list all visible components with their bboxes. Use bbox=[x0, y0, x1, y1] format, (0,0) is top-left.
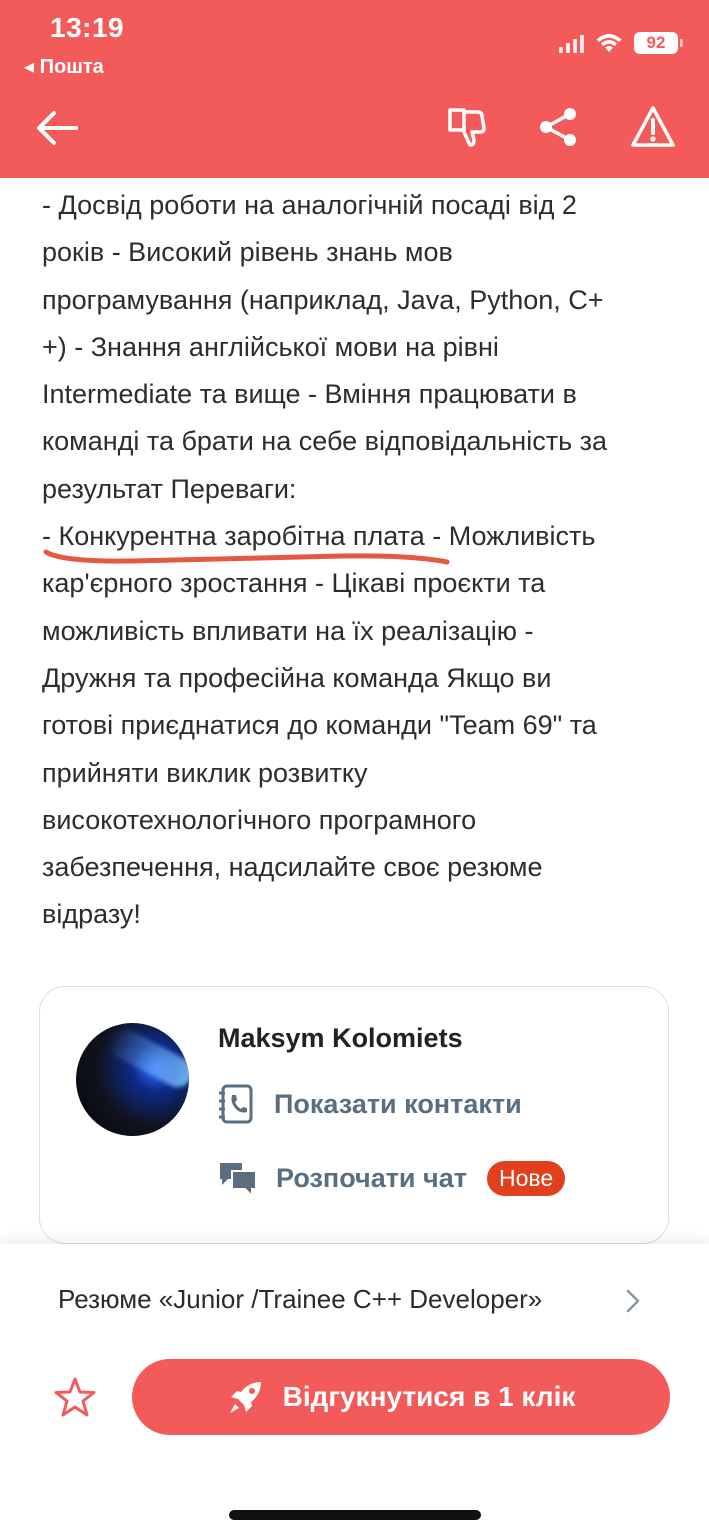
home-indicator bbox=[229, 1510, 481, 1520]
description-line: Intermediate та вище - Вміння працювати … bbox=[42, 379, 577, 410]
description-line: високотехнологічного програмного bbox=[42, 804, 477, 835]
app-header: 13:19 ◂ Пошта 92 bbox=[0, 0, 709, 178]
status-icons: 92 bbox=[559, 28, 683, 58]
chat-icon bbox=[220, 1163, 257, 1197]
rocket-icon bbox=[229, 1382, 261, 1413]
description-line: відразу! bbox=[42, 899, 141, 930]
description-line: програмування (наприклад, Java, Python, … bbox=[42, 284, 604, 315]
avatar[interactable] bbox=[76, 1023, 189, 1136]
warning-icon[interactable] bbox=[630, 104, 676, 150]
start-chat-button[interactable]: Розпочати чат Нове bbox=[218, 1159, 566, 1197]
star-icon[interactable] bbox=[54, 1376, 96, 1418]
description-line: команді та брати на себе відповідальніст… bbox=[42, 426, 608, 457]
status-time: 13:19 bbox=[50, 12, 125, 43]
description-line: - Досвід роботи на аналогічній посаді ві… bbox=[42, 190, 577, 220]
phone-book-icon bbox=[219, 1084, 253, 1124]
description-line: готові приєднатися до команди "Team 69" … bbox=[42, 710, 597, 741]
show-contacts-button[interactable]: Показати контакти bbox=[218, 1083, 522, 1125]
description-line: років - Високий рівень знань мов bbox=[42, 237, 453, 268]
battery-icon: 92 bbox=[634, 32, 678, 54]
description-line: +) - Знання англійської мови на рівні bbox=[42, 331, 499, 362]
resume-selector[interactable]: Резюме «Junior /Trainee C++ Developer» bbox=[58, 1284, 542, 1315]
arrow-left-icon[interactable] bbox=[34, 108, 80, 148]
description-line: можливість впливати на їх реалізацію - bbox=[42, 615, 534, 646]
red-underline-mark bbox=[43, 549, 450, 565]
contact-card: Maksym Kolomiets Показати контакти Розпо… bbox=[39, 986, 669, 1244]
chevron-right-icon[interactable] bbox=[624, 1288, 642, 1314]
battery-tip bbox=[680, 39, 683, 47]
description-line: Дружня та професійна команда Якщо ви bbox=[42, 662, 552, 693]
description-line: забезпечення, надсилайте своє резюме bbox=[42, 852, 543, 883]
new-badge: Нове bbox=[486, 1160, 566, 1196]
description-line: прийняти виклик розвитку bbox=[42, 757, 368, 788]
share-icon[interactable] bbox=[536, 104, 582, 150]
apply-one-click-button[interactable]: Відгукнутися в 1 клік bbox=[132, 1359, 670, 1435]
apply-button-label: Відгукнутися в 1 клік bbox=[282, 1381, 576, 1412]
wifi-icon bbox=[596, 34, 622, 52]
contact-name: Maksym Kolomiets bbox=[218, 1023, 463, 1053]
signal-icon bbox=[559, 33, 584, 53]
start-chat-label: Розпочати чат bbox=[276, 1162, 467, 1193]
description-line: результат Переваги: bbox=[42, 473, 297, 504]
show-contacts-label: Показати контакти bbox=[274, 1088, 522, 1119]
bottom-action-bar: Резюме «Junior /Trainee C++ Developer» В… bbox=[0, 1244, 709, 1536]
back-to-mail-link[interactable]: ◂ Пошта bbox=[24, 54, 104, 79]
dislike-icon[interactable] bbox=[444, 104, 490, 150]
